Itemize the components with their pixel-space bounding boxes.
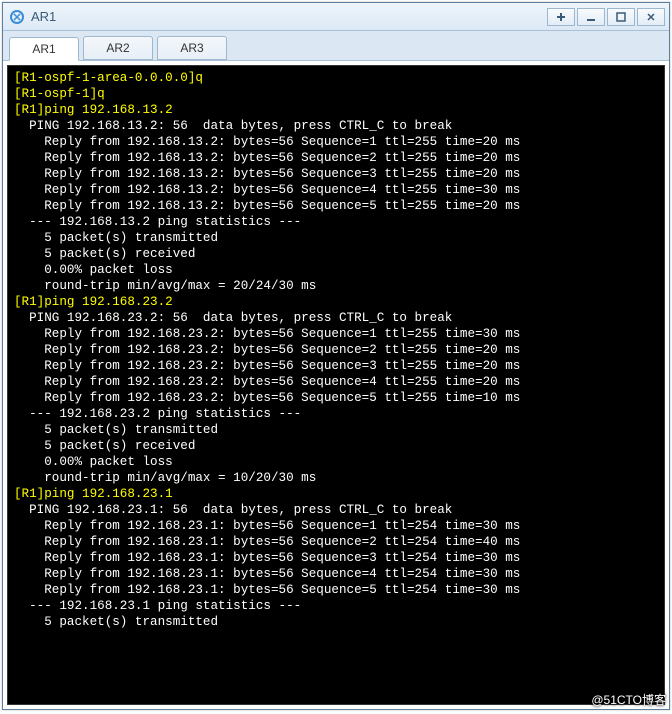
terminal-line: Reply from 192.168.23.1: bytes=56 Sequen… [14, 566, 658, 582]
ensp-router-icon [9, 9, 25, 25]
terminal-line: Reply from 192.168.13.2: bytes=56 Sequen… [14, 198, 658, 214]
terminal-line: Reply from 192.168.13.2: bytes=56 Sequen… [14, 134, 658, 150]
tabstrip: AR1 AR2 AR3 [3, 31, 669, 61]
terminal-line: 5 packet(s) transmitted [14, 614, 658, 630]
tab-ar2[interactable]: AR2 [83, 36, 153, 60]
terminal-line: Reply from 192.168.23.2: bytes=56 Sequen… [14, 342, 658, 358]
tab-label: AR1 [32, 42, 55, 56]
terminal-line: Reply from 192.168.23.1: bytes=56 Sequen… [14, 582, 658, 598]
terminal-line: [R1-ospf-1]q [14, 86, 658, 102]
terminal-line: Reply from 192.168.23.2: bytes=56 Sequen… [14, 374, 658, 390]
terminal-line: PING 192.168.23.1: 56 data bytes, press … [14, 502, 658, 518]
terminal-line: Reply from 192.168.23.1: bytes=56 Sequen… [14, 550, 658, 566]
terminal-line: --- 192.168.23.2 ping statistics --- [14, 406, 658, 422]
terminal-line: Reply from 192.168.23.2: bytes=56 Sequen… [14, 358, 658, 374]
terminal-line: Reply from 192.168.23.2: bytes=56 Sequen… [14, 326, 658, 342]
terminal-line: 5 packet(s) transmitted [14, 422, 658, 438]
terminal-line: 0.00% packet loss [14, 262, 658, 278]
tab-ar1[interactable]: AR1 [9, 37, 79, 61]
terminal-line: [R1]ping 192.168.23.2 [14, 294, 658, 310]
terminal-line: round-trip min/avg/max = 20/24/30 ms [14, 278, 658, 294]
terminal-line: Reply from 192.168.23.1: bytes=56 Sequen… [14, 518, 658, 534]
terminal-output[interactable]: [R1-ospf-1-area-0.0.0.0]q[R1-ospf-1]q[R1… [7, 65, 665, 705]
terminal-line: Reply from 192.168.13.2: bytes=56 Sequen… [14, 166, 658, 182]
titlebar[interactable]: AR1 [3, 3, 669, 31]
tab-label: AR2 [106, 41, 129, 55]
terminal-line: Reply from 192.168.23.1: bytes=56 Sequen… [14, 534, 658, 550]
tab-ar3[interactable]: AR3 [157, 36, 227, 60]
terminal-line: 5 packet(s) received [14, 246, 658, 262]
terminal-line: Reply from 192.168.13.2: bytes=56 Sequen… [14, 182, 658, 198]
minimize-button[interactable] [577, 8, 605, 26]
terminal-line: [R1]ping 192.168.13.2 [14, 102, 658, 118]
terminal-line: Reply from 192.168.23.2: bytes=56 Sequen… [14, 390, 658, 406]
terminal-line: --- 192.168.23.1 ping statistics --- [14, 598, 658, 614]
terminal-line: PING 192.168.23.2: 56 data bytes, press … [14, 310, 658, 326]
unknown-button[interactable] [547, 8, 575, 26]
terminal-line: PING 192.168.13.2: 56 data bytes, press … [14, 118, 658, 134]
window-frame: AR1 AR1 AR2 AR3 [R1-ospf-1-area-0.0.0.0]… [2, 2, 670, 710]
close-button[interactable] [637, 8, 665, 26]
terminal-line: 5 packet(s) received [14, 438, 658, 454]
terminal-line: round-trip min/avg/max = 10/20/30 ms [14, 470, 658, 486]
maximize-button[interactable] [607, 8, 635, 26]
terminal-line: 0.00% packet loss [14, 454, 658, 470]
terminal-line: [R1]ping 192.168.23.1 [14, 486, 658, 502]
terminal-line: --- 192.168.13.2 ping statistics --- [14, 214, 658, 230]
window-title: AR1 [31, 9, 56, 24]
terminal-line: [R1-ospf-1-area-0.0.0.0]q [14, 70, 658, 86]
tab-label: AR3 [180, 41, 203, 55]
terminal-line: Reply from 192.168.13.2: bytes=56 Sequen… [14, 150, 658, 166]
terminal-line: 5 packet(s) transmitted [14, 230, 658, 246]
